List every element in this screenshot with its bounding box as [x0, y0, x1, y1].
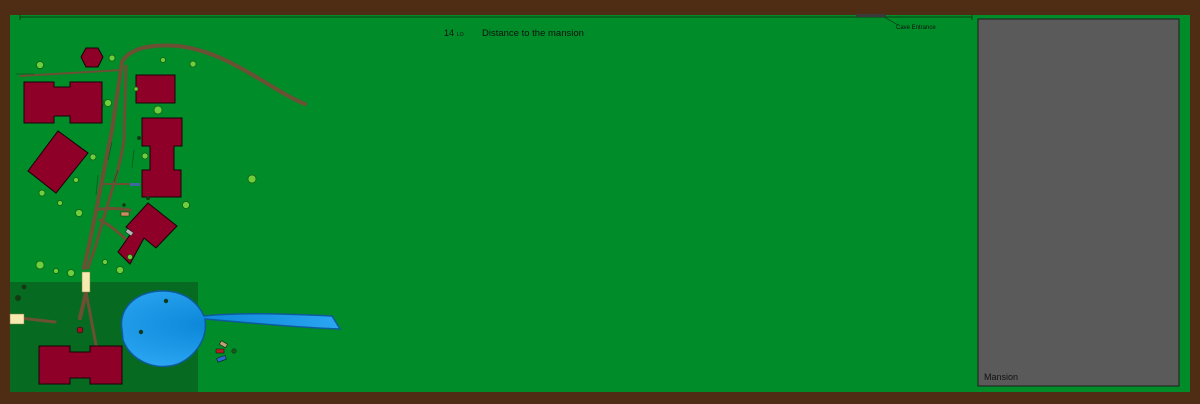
red-marker[interactable]: [76, 326, 84, 334]
red-vehicle[interactable]: [215, 348, 225, 354]
cave-entrance-label: Cave Entrance: [896, 25, 936, 31]
building-hex[interactable]: [80, 47, 104, 68]
signpost-north[interactable]: [81, 271, 91, 293]
green-barrel: [231, 348, 237, 354]
mansion-label: Mansion: [984, 372, 1019, 382]
signpost-west[interactable]: [9, 313, 25, 325]
distance-value: 14: [444, 28, 455, 38]
crate[interactable]: [120, 211, 130, 217]
building-north-center[interactable]: [135, 74, 176, 104]
distance-label: Distance to the mansion: [482, 28, 584, 39]
lake-buoy: [163, 298, 169, 304]
mansion-area[interactable]: [977, 18, 1180, 387]
cave-entrance-marker[interactable]: [856, 14, 886, 17]
building-south[interactable]: [38, 345, 123, 385]
distance-unit: LO: [457, 32, 464, 38]
bench[interactable]: [130, 183, 140, 186]
lake-buoy: [138, 329, 144, 335]
village-map: [9, 14, 1190, 392]
